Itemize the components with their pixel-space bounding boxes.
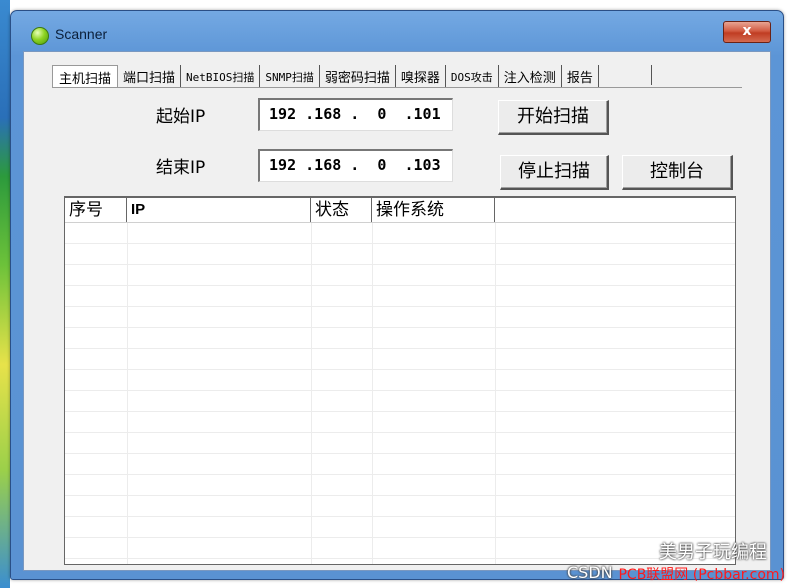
watermark-source: CSDN (567, 563, 613, 582)
close-button[interactable]: x (723, 21, 771, 43)
tab-report[interactable]: 报告 (562, 65, 599, 87)
tab-port-scan[interactable]: 端口扫描 (118, 65, 182, 87)
start-scan-button[interactable]: 开始扫描 (498, 100, 609, 135)
tab-injection-detect[interactable]: 注入检测 (499, 65, 562, 87)
column-grid-line (127, 223, 128, 564)
list-header: 序号 IP 状态 操作系统 (65, 198, 735, 223)
tab-weak-password-scan[interactable]: 弱密码扫描 (320, 65, 396, 87)
column-grid-line (311, 223, 312, 564)
tab-dos-attack[interactable]: DOS攻击 (446, 65, 499, 87)
start-ip-field[interactable]: 192 .168 . 0 .101 (258, 98, 453, 131)
results-list[interactable]: 序号 IP 状态 操作系统 (64, 196, 736, 565)
watermark-site: PCB联盟网 (Pcbbar.com) (618, 567, 785, 583)
column-header-index[interactable]: 序号 (65, 198, 127, 222)
tab-host-scan[interactable]: 主机扫描 (52, 65, 119, 88)
tab-sniffer[interactable]: 嗅探器 (396, 65, 446, 87)
title-bar[interactable]: Scanner x (11, 11, 783, 51)
app-icon (31, 27, 49, 45)
start-ip-label: 起始IP (156, 107, 206, 127)
end-ip-label: 结束IP (156, 158, 206, 178)
column-header-os[interactable]: 操作系统 (372, 198, 495, 222)
column-grid-line (495, 223, 496, 564)
watermark-author: 美男子玩编程 (659, 542, 767, 563)
tab-strip: 主机扫描 端口扫描 NetBIOS扫描 SNMP扫描 弱密码扫描 嗅探器 DOS… (52, 65, 652, 88)
scanner-window: Scanner x 主机扫描 端口扫描 NetBIOS扫描 SNMP扫描 弱密码… (10, 10, 784, 580)
column-grid-line (372, 223, 373, 564)
tab-divider (52, 87, 742, 88)
column-header-status[interactable]: 状态 (311, 198, 372, 222)
client-area: 主机扫描 端口扫描 NetBIOS扫描 SNMP扫描 弱密码扫描 嗅探器 DOS… (23, 51, 771, 571)
list-body (65, 223, 735, 564)
desktop-background (0, 0, 10, 588)
end-ip-field[interactable]: 192 .168 . 0 .103 (258, 149, 453, 182)
console-button[interactable]: 控制台 (622, 155, 733, 190)
window-title: Scanner (55, 26, 108, 42)
column-header-ip[interactable]: IP (127, 198, 311, 222)
stop-scan-button[interactable]: 停止扫描 (500, 155, 609, 190)
tab-netbios-scan[interactable]: NetBIOS扫描 (181, 65, 261, 87)
tab-empty[interactable] (599, 65, 652, 85)
column-header-blank[interactable] (495, 198, 735, 222)
tab-snmp-scan[interactable]: SNMP扫描 (260, 65, 320, 87)
